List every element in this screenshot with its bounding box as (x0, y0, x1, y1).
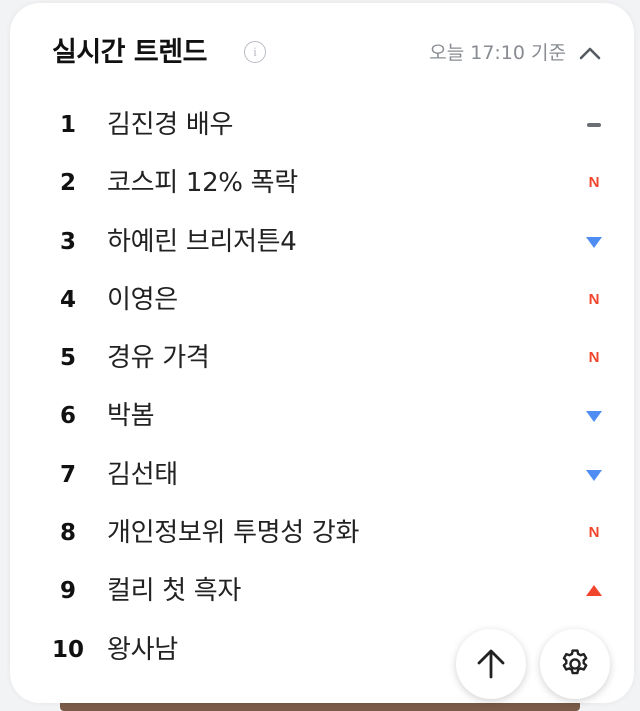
trend-keyword[interactable]: 경유 가격 (107, 329, 210, 387)
new-badge-icon: N (588, 349, 600, 367)
trend-rank: 6 (59, 403, 76, 430)
trend-keyword[interactable]: 왕사남 (107, 621, 178, 679)
trend-row-2[interactable]: 2 코스피 12% 폭락 N (52, 154, 602, 212)
trend-rank: 4 (59, 286, 76, 313)
trend-rank: 3 (59, 228, 76, 255)
settings-button[interactable] (540, 629, 610, 699)
trend-keyword[interactable]: 하예린 브리저튼4 (107, 213, 297, 271)
trend-keyword[interactable]: 김진경 배우 (107, 96, 233, 154)
scroll-to-top-button[interactable] (456, 629, 526, 699)
trend-keyword[interactable]: 이영은 (107, 271, 178, 329)
trend-keyword[interactable]: 김선태 (107, 446, 178, 504)
trend-rank: 10 (52, 636, 85, 663)
trend-keyword[interactable]: 컬리 첫 흑자 (107, 562, 241, 620)
trend-row-7[interactable]: 7 김선태 (52, 446, 602, 504)
trend-keyword[interactable]: 개인정보위 투명성 강화 (107, 504, 359, 562)
trend-title: 실시간 트렌드 (52, 37, 207, 68)
rank-down-icon (586, 408, 602, 424)
trend-row-9[interactable]: 9 컬리 첫 흑자 (52, 562, 602, 620)
trend-rank: 8 (59, 520, 76, 547)
trend-list: 1 김진경 배우 2 코스피 12% 폭락 N 3 하예린 브리저튼4 4 이영… (52, 96, 602, 679)
realtime-trend-card: 실시간 트렌드 i 오늘 17:10 기준 1 김진경 배우 2 코스피 12%… (10, 3, 634, 703)
new-badge-icon: N (588, 290, 600, 308)
trend-row-4[interactable]: 4 이영은 N (52, 271, 602, 329)
trend-keyword[interactable]: 코스피 12% 폭락 (107, 154, 298, 212)
trend-header: 실시간 트렌드 i 오늘 17:10 기준 (52, 33, 602, 73)
rank-down-icon (586, 467, 602, 483)
trend-rank: 7 (59, 461, 76, 488)
trend-rank: 9 (59, 578, 76, 605)
trend-keyword[interactable]: 박봄 (107, 387, 155, 445)
no-change-icon (586, 117, 602, 133)
trend-rank: 5 (59, 345, 76, 372)
trend-row-8[interactable]: 8 개인정보위 투명성 강화 N (52, 504, 602, 562)
new-badge-icon: N (588, 524, 600, 542)
trend-row-5[interactable]: 5 경유 가격 N (52, 329, 602, 387)
trend-row-6[interactable]: 6 박봄 (52, 387, 602, 445)
trend-row-3[interactable]: 3 하예린 브리저튼4 (52, 213, 602, 271)
gear-icon (562, 649, 588, 675)
rank-up-icon (586, 583, 602, 599)
chevron-up-icon[interactable] (578, 43, 602, 63)
trend-rank: 1 (59, 112, 76, 138)
arrow-up-icon (477, 649, 505, 679)
rank-down-icon (586, 234, 602, 250)
trend-timestamp: 오늘 17:10 기준 (429, 42, 566, 64)
trend-rank: 2 (59, 170, 76, 197)
trend-row-1[interactable]: 1 김진경 배우 (52, 96, 602, 154)
info-icon[interactable]: i (244, 41, 266, 63)
new-badge-icon: N (588, 174, 600, 192)
